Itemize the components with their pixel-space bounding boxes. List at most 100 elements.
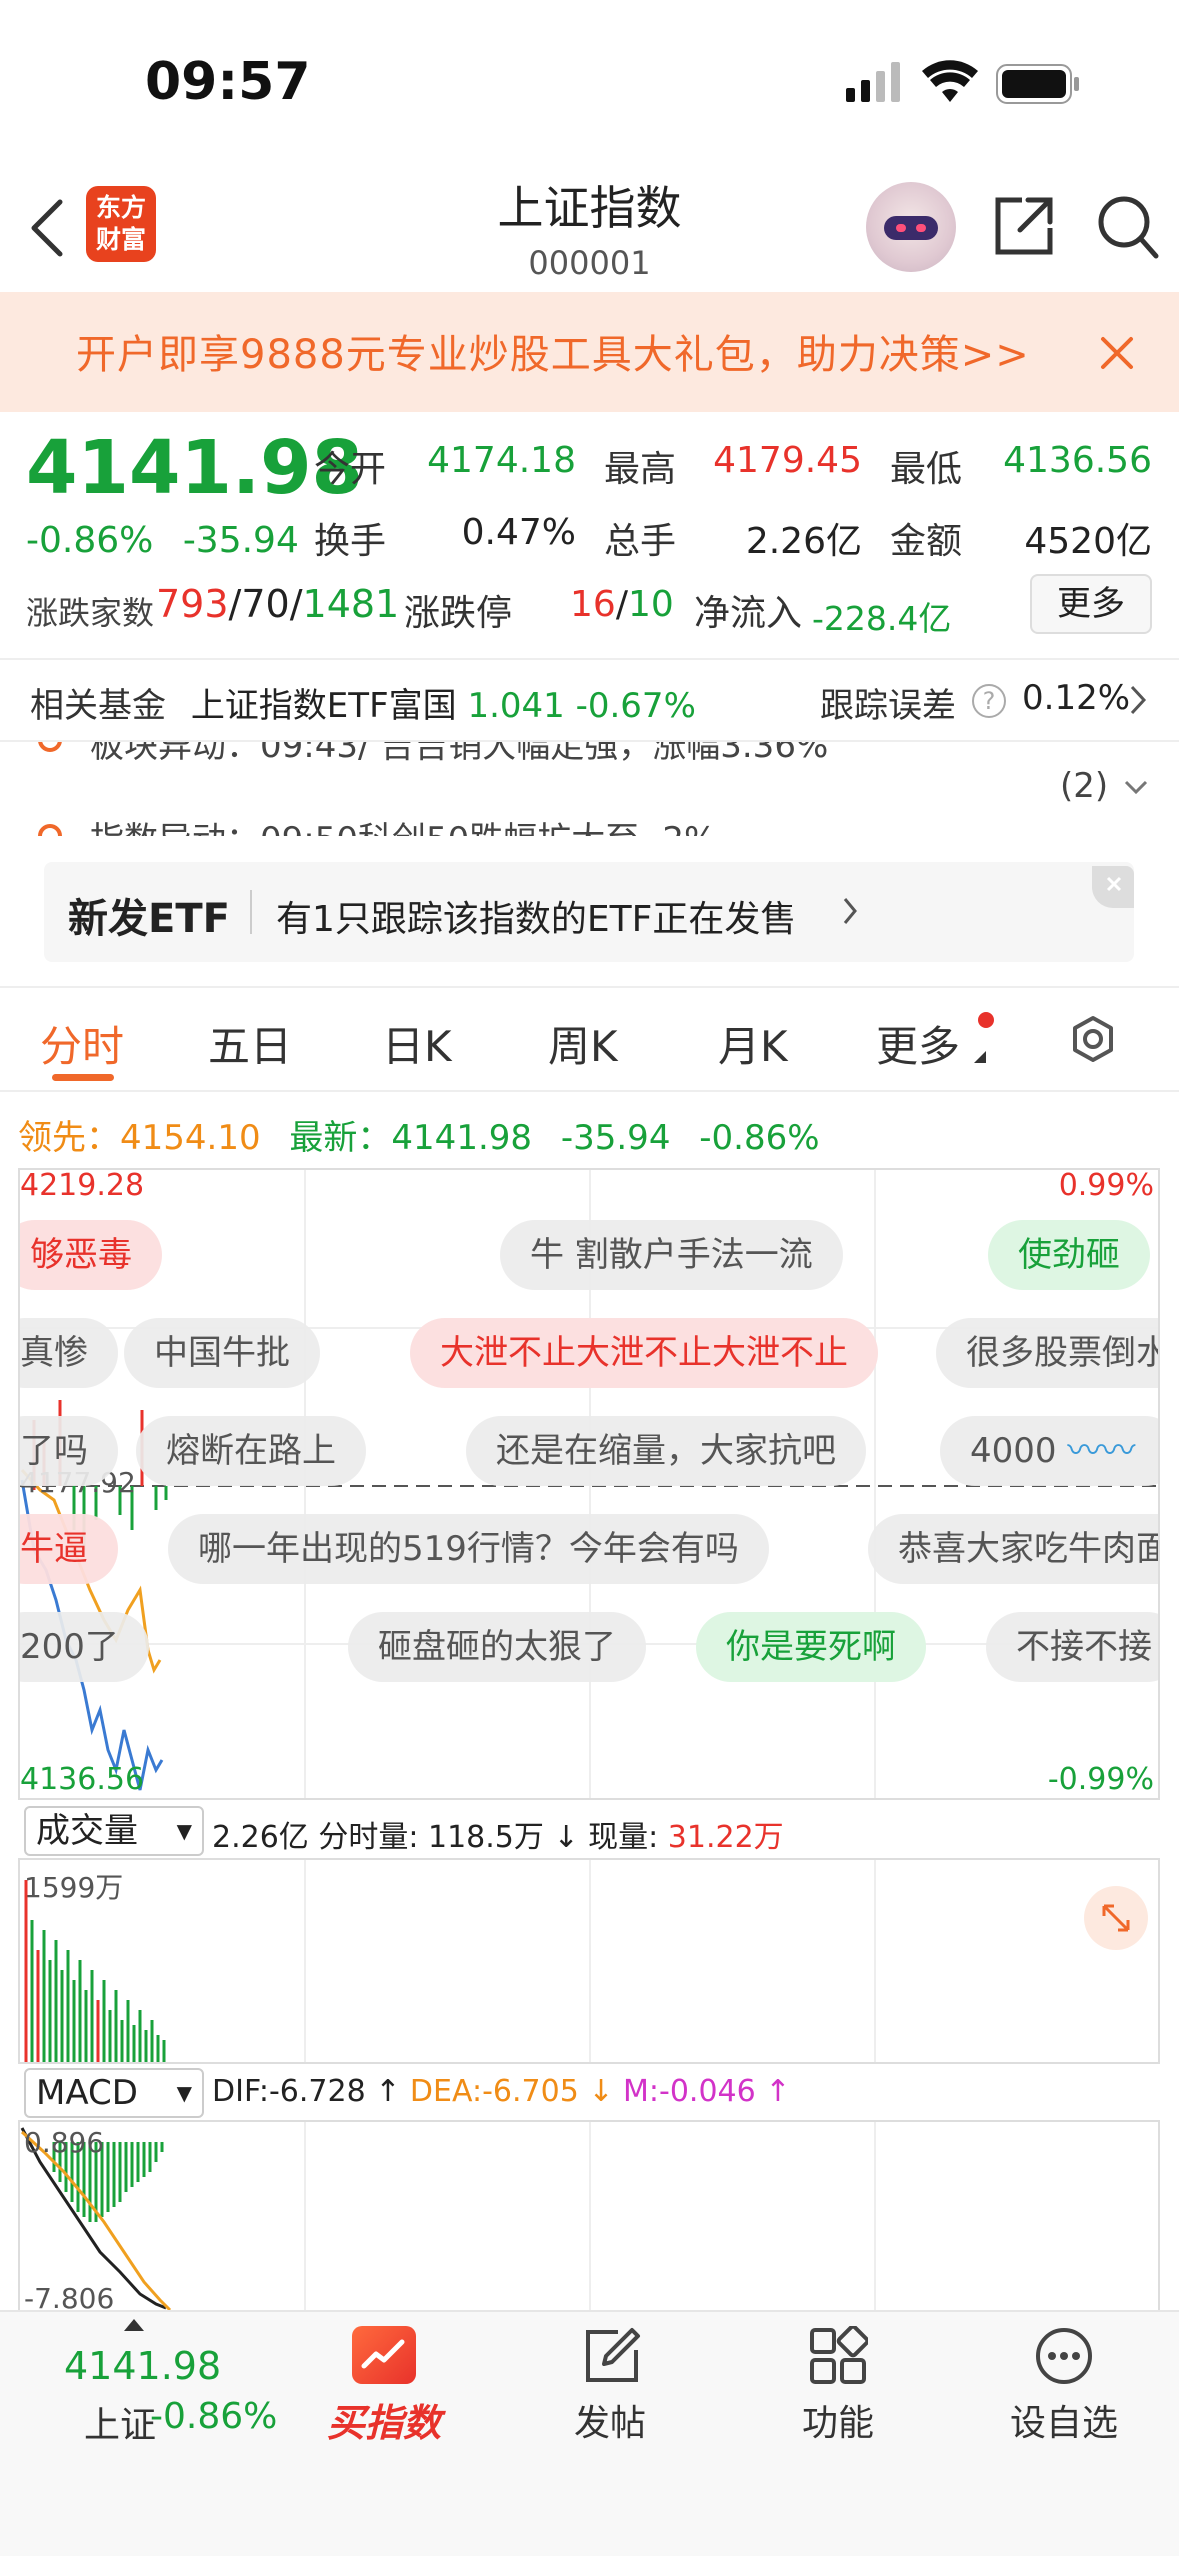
new-dot [978,1012,994,1028]
intraday-chart[interactable]: 4219.28 0.99% 4177.92 4136.56 -0.99% 够恶毒… [18,1168,1160,1800]
danmu-comment[interactable]: 还是在缩量，大家抗吧 [466,1416,866,1486]
danmu-comment[interactable]: 了吗 [20,1416,118,1486]
chevron-right-icon[interactable] [1128,684,1148,716]
bottom-index-name[interactable]: 上证 [84,2396,156,2448]
chart-info-line: 领先：4154.10 最新：4141.98 -35.94 -0.86% [18,1110,820,1159]
add-watchlist-label[interactable]: 设自选 [964,2394,1164,2446]
chevron-down-icon[interactable] [1124,780,1148,796]
tab-five-day[interactable]: 五日 [208,1013,292,1074]
breadth-label: 涨跌家数 [26,594,155,632]
macd-stats: DIF:-6.728 ↑ DEA:-6.705 ↓ M:-0.046 ↑ [212,2074,791,2109]
fund-name: 上证指数ETF富国 [190,686,457,726]
macd-top-label: 0.896 [24,2126,105,2159]
amount-value: 4520亿 [1024,521,1152,562]
status-time: 09:57 [145,52,311,112]
tab-monthly-k[interactable]: 月K [718,1013,788,1074]
price-change: -0.86% -35.94 [26,520,299,561]
close-etf-icon[interactable] [1092,866,1134,908]
alert-line-2: 指数异动：09:50科创50跌幅扩大至 -2% [90,812,716,836]
danmu-comment[interactable]: 4000 〰〰 [940,1416,1158,1486]
sun-alert-icon [30,816,70,836]
danmu-comment[interactable]: 熔断在路上 [136,1416,366,1486]
new-etf-tag: 新发ETF [68,896,230,942]
related-fund-row[interactable]: 相关基金 上证指数ETF富国 1.041 -0.67% [30,678,696,727]
turnover-label: 换手 [314,521,387,562]
high-value: 4179.45 [713,440,862,481]
danmu-comment[interactable]: 不接不接 [986,1612,1158,1682]
battery-icon [996,64,1080,104]
help-icon[interactable]: ? [972,684,1006,718]
danmu-comment[interactable]: 使劲砸 [988,1220,1150,1290]
volume-chart[interactable]: 1599万 [18,1858,1160,2064]
tab-more[interactable]: 更多 [876,1013,960,1074]
danmu-comment[interactable]: 真惨 [20,1318,118,1388]
search-icon[interactable] [1096,194,1160,260]
macd-dea: DEA:-6.705 [409,2074,579,2109]
swimmer-icon: 〰〰 [1067,1431,1136,1471]
now-volume-value: 31.22万 [667,1820,784,1855]
macd-bottom-label: -7.806 [24,2282,115,2310]
limit-down: 10 [627,584,674,625]
y-high-pct: 0.99% [1058,1168,1154,1203]
tab-daily-k[interactable]: 日K [382,1013,452,1074]
promo-banner-text[interactable]: 开户即享9888元专业炒股工具大礼包，助力决策>> [76,322,1030,380]
expand-icon[interactable] [1084,1886,1148,1950]
down-count: 1481 [302,582,400,626]
fund-pct: -0.67% [575,686,696,726]
limit-label: 涨跌停 [404,593,513,634]
volume-select-label: 成交量 [36,1811,138,1851]
danmu-comment[interactable]: 牛逼 [20,1514,118,1584]
down-arrow-icon: ↓ [553,1820,579,1855]
tab-weekly-k[interactable]: 周K [548,1013,618,1074]
minute-volume-value: 118.5万 [428,1820,544,1855]
volume-max-label: 1599万 [24,1871,124,1904]
new-etf-text: 有1只跟踪该指数的ETF正在发售 [276,899,797,940]
post-label[interactable]: 发帖 [510,2394,710,2446]
alert-ticker[interactable]: 板块异动：09:43/ 吉吉销大幅走强，涨幅3.36% (2) 指数异动：09:… [0,742,1179,836]
open-value: 4174.18 [427,440,576,481]
danmu-comment[interactable]: 牛 割散户手法一流 [500,1220,843,1290]
functions-label[interactable]: 功能 [738,2394,938,2446]
buy-index-label[interactable]: 买指数 [284,2392,484,2447]
tab-intraday[interactable]: 分时 [40,1013,124,1074]
functions-grid-icon[interactable] [808,2324,870,2386]
macd-chart[interactable]: 0.896 -7.806 [18,2120,1160,2310]
breadth-values: 793/70/1481 [156,582,400,626]
danmu-comment[interactable]: 够恶毒 [20,1220,162,1290]
more-options-icon[interactable] [1034,2326,1094,2386]
change-pct: -0.86% [26,520,154,561]
danmu-comment[interactable]: 哪一年出现的519行情？今年会有吗 [168,1514,769,1584]
wifi-icon [922,60,978,104]
macd-indicator-select[interactable]: MACD ▼ [24,2068,204,2118]
share-icon[interactable] [992,194,1056,258]
minute-volume-label: 分时量: [318,1820,419,1855]
danmu-comment[interactable]: 大泄不止大泄不止大泄不止 [410,1318,878,1388]
volume-indicator-select[interactable]: 成交量 ▼ [24,1806,204,1856]
bottom-index-value[interactable]: 4141.98 [64,2344,221,2388]
compose-post-icon[interactable] [582,2326,642,2386]
danmu-comment[interactable]: 你是要死啊 [696,1612,926,1682]
low-value: 4136.56 [1003,440,1152,481]
settings-gear-icon[interactable] [1068,1014,1118,1064]
macd-dif: DIF:-6.728 [212,2074,366,2109]
danmu-comment[interactable]: 很多股票倒水 [936,1318,1158,1388]
up-caret-icon [124,2316,144,2331]
danmu-comment[interactable]: 200了 [20,1612,149,1682]
buy-index-icon[interactable] [352,2326,416,2384]
ai-assistant-avatar[interactable] [866,182,956,272]
latest-change: -35.94 [560,1118,671,1158]
current-price: 4141.98 [26,425,364,511]
danmu-comment[interactable]: 砸盘砸的太狠了 [348,1612,646,1682]
tracking-error-value: 0.12% [1022,678,1131,718]
tracking-error-label: 跟踪误差 [820,686,956,726]
volume-bars [24,1880,166,2062]
limit-up: 16 [570,584,616,625]
danmu-comment[interactable]: 恭喜大家吃牛肉面 [868,1514,1158,1584]
bottom-index-pct[interactable]: -0.86% [150,2396,277,2437]
close-icon[interactable] [1100,336,1134,370]
divider [250,890,252,934]
volume-value: 2.26亿 [745,521,862,562]
divider [0,1090,1179,1092]
danmu-comment[interactable]: 中国牛批 [124,1318,320,1388]
more-quote-button[interactable]: 更多 [1030,574,1152,634]
